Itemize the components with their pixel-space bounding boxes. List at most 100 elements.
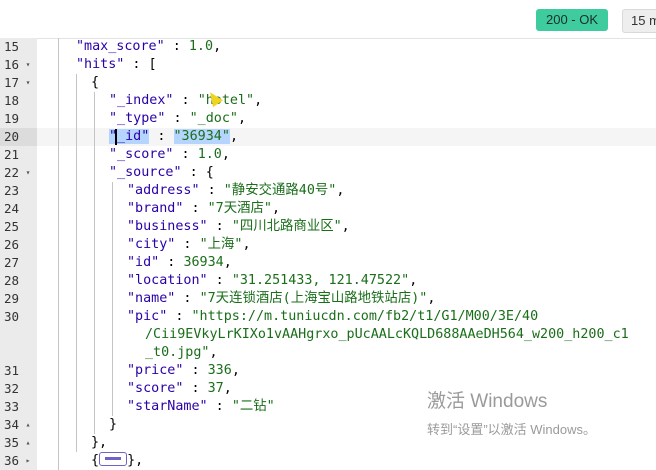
code-text: { bbox=[91, 74, 99, 92]
json-punctuation: : bbox=[175, 291, 200, 306]
fold-toggle-icon bbox=[23, 92, 33, 110]
response-toolbar: 200 - OK 15 m bbox=[0, 0, 656, 39]
fold-toggle-icon[interactable]: ▾ bbox=[23, 74, 33, 92]
json-punctuation: , bbox=[427, 291, 436, 306]
code-line[interactable]: 15 "max_score" : 1.0, bbox=[0, 38, 656, 56]
json-string: "36934" bbox=[173, 129, 230, 144]
code-text: "_source" : { bbox=[109, 164, 214, 182]
json-punctuation: : bbox=[207, 399, 232, 414]
json-punctuation: : bbox=[149, 129, 174, 144]
code-line[interactable]: 19 "_type" : "_doc", bbox=[0, 110, 656, 128]
code-text: "location" : "31.251433, 121.47522", bbox=[127, 272, 417, 290]
json-key: "id" bbox=[127, 255, 160, 270]
fold-toggle-icon[interactable]: ▾ bbox=[23, 164, 33, 182]
json-number: 1.0 bbox=[197, 147, 222, 162]
json-string: "31.251433, 121.47522" bbox=[231, 273, 410, 288]
code-text: "price" : 336, bbox=[127, 362, 240, 380]
code-line[interactable]: 20 "_id" : "36934", bbox=[0, 128, 656, 146]
code-text: {}, bbox=[91, 452, 143, 470]
collapsed-object-icon[interactable] bbox=[99, 452, 128, 466]
json-punctuation: , bbox=[229, 129, 238, 144]
indent-guide bbox=[76, 74, 77, 452]
json-punctuation: } bbox=[109, 417, 118, 432]
fold-toggle-icon[interactable]: ▴ bbox=[23, 416, 33, 434]
code-text: "id" : 36934, bbox=[127, 254, 232, 272]
json-punctuation: : bbox=[199, 183, 224, 198]
json-key: "city" bbox=[127, 237, 176, 252]
json-punctuation: }, bbox=[127, 453, 144, 468]
fold-toggle-icon bbox=[23, 218, 33, 236]
code-line[interactable]: 27 "id" : 36934, bbox=[0, 254, 656, 272]
code-text: }, bbox=[91, 434, 107, 452]
fold-toggle-icon[interactable]: ▾ bbox=[23, 56, 33, 74]
json-key: "_index" bbox=[109, 93, 174, 108]
json-number: 336 bbox=[207, 363, 232, 378]
code-line[interactable]: 23 "address" : "静安交通路40号", bbox=[0, 182, 656, 200]
json-punctuation: , bbox=[221, 147, 230, 162]
json-key: "brand" bbox=[127, 201, 184, 216]
code-text: "_id" : "36934", bbox=[109, 128, 238, 146]
code-line[interactable]: 17 ▾{ bbox=[0, 74, 656, 92]
fold-toggle-icon bbox=[23, 146, 33, 164]
json-punctuation: , bbox=[213, 39, 222, 54]
code-line[interactable]: 21 "_score" : 1.0, bbox=[0, 146, 656, 164]
code-line[interactable]: 28 "location" : "31.251433, 121.47522", bbox=[0, 272, 656, 290]
code-text: _t0.jpg", bbox=[145, 344, 218, 362]
json-key: "_score" bbox=[109, 147, 174, 162]
code-line[interactable]: 24 "brand" : "7天酒店", bbox=[0, 200, 656, 218]
fold-toggle-icon[interactable]: ▴ bbox=[23, 434, 33, 452]
json-key: "price" bbox=[127, 363, 184, 378]
json-punctuation: , bbox=[254, 93, 263, 108]
code-text: "name" : "7天连锁酒店(上海宝山路地铁站店)", bbox=[127, 290, 435, 308]
json-punctuation: , bbox=[409, 273, 418, 288]
code-text: "city" : "上海", bbox=[127, 236, 251, 254]
json-punctuation: , bbox=[231, 363, 240, 378]
json-punctuation: : [ bbox=[124, 57, 157, 72]
code-text: "_index" : "hotel", bbox=[109, 92, 262, 110]
indent-guide bbox=[94, 92, 95, 434]
fold-toggle-icon bbox=[23, 200, 33, 218]
code-line[interactable]: 18 "_index" : "hotel", bbox=[0, 92, 656, 110]
json-punctuation: : bbox=[159, 255, 184, 270]
json-punctuation: : bbox=[173, 93, 198, 108]
fold-toggle-icon bbox=[23, 38, 33, 56]
json-key: "_source" bbox=[109, 165, 182, 180]
code-line[interactable]: 26 "city" : "上海", bbox=[0, 236, 656, 254]
json-key: "business" bbox=[127, 219, 208, 234]
code-line[interactable]: 36 ▸{}, bbox=[0, 452, 656, 470]
indent-guide bbox=[112, 182, 113, 416]
code-line[interactable]: 22 ▾ "_source" : { bbox=[0, 164, 656, 182]
json-punctuation: , bbox=[242, 237, 251, 252]
json-punctuation: : bbox=[173, 147, 198, 162]
json-number: 1.0 bbox=[188, 39, 214, 54]
fold-toggle-icon bbox=[23, 128, 33, 146]
text-cursor bbox=[115, 129, 117, 145]
code-text: "_type" : "_doc", bbox=[109, 110, 246, 128]
fold-toggle-icon bbox=[23, 236, 33, 254]
fold-toggle-icon bbox=[23, 326, 33, 344]
json-punctuation: , bbox=[223, 255, 232, 270]
json-key: "_type" bbox=[109, 111, 166, 126]
code-line[interactable]: 25 "business" : "四川北路商业区", bbox=[0, 218, 656, 236]
json-punctuation: , bbox=[238, 111, 247, 126]
json-number: 37 bbox=[207, 381, 224, 396]
code-text: "brand" : "7天酒店", bbox=[127, 200, 280, 218]
watermark-subtitle: 转到“设置”以激活 Windows。 bbox=[427, 422, 597, 437]
json-punctuation: : bbox=[164, 39, 189, 54]
code-text: "business" : "四川北路商业区", bbox=[127, 218, 350, 236]
json-key: "hits" bbox=[76, 57, 125, 72]
code-line[interactable]: 30 "pic" : "https://m.tuniucdn.com/fb2/t1… bbox=[0, 308, 656, 326]
code-line[interactable]: _t0.jpg", bbox=[0, 344, 656, 362]
code-text: /Cii9EVkyLrKIXo1vAAHgrxo_pUcAALcKQLD688A… bbox=[145, 326, 629, 344]
code-line[interactable]: /Cii9EVkyLrKIXo1vAAHgrxo_pUcAALcKQLD688A… bbox=[0, 326, 656, 344]
json-key: "location" bbox=[127, 273, 208, 288]
json-string: "7天连锁酒店(上海宝山路地铁站店)" bbox=[199, 291, 428, 306]
code-line[interactable]: 31 "price" : 336, bbox=[0, 362, 656, 380]
json-punctuation: : bbox=[175, 237, 200, 252]
code-text: "score" : 37, bbox=[127, 380, 232, 398]
code-line[interactable]: 16 ▾ "hits" : [ bbox=[0, 56, 656, 74]
code-line[interactable]: 29 "name" : "7天连锁酒店(上海宝山路地铁站店)", bbox=[0, 290, 656, 308]
json-string: "_doc" bbox=[189, 111, 238, 126]
fold-toggle-icon bbox=[23, 110, 33, 128]
fold-toggle-icon[interactable]: ▸ bbox=[23, 452, 33, 470]
